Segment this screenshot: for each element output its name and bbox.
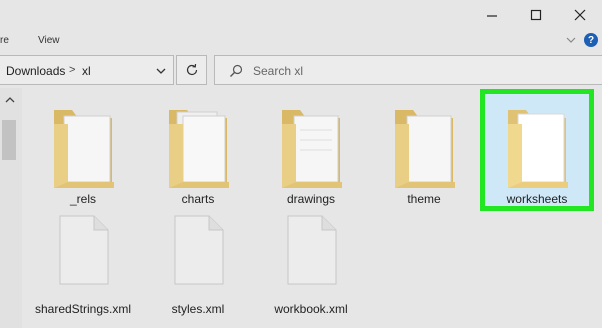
tab-view[interactable]: View [38,35,60,46]
file-icon [59,215,109,285]
breadcrumb-xl[interactable]: xl [82,64,91,78]
close-button[interactable] [558,0,602,30]
search-input[interactable]: Search xl [253,64,303,78]
list-item[interactable]: styles.xml [143,214,253,324]
item-label: workbook.xml [274,302,348,316]
refresh-button[interactable] [176,55,207,85]
item-label: sharedStrings.xml [34,302,132,316]
folder-icon [54,110,114,188]
search-box[interactable]: Search xl [214,55,602,85]
folder-icon [508,110,568,188]
list-item[interactable]: charts [143,100,253,210]
item-label: _rels [69,192,96,206]
folder-icon [282,110,342,188]
help-icon[interactable]: ? [584,33,598,47]
item-label: theme [407,192,441,206]
item-label: styles.xml [171,302,225,316]
item-label: worksheets [506,192,568,206]
folder-icon [169,110,229,188]
list-item[interactable]: sharedStrings.xml [28,214,138,324]
close-icon [574,9,586,21]
minimize-button[interactable] [470,0,514,30]
maximize-button[interactable] [514,0,558,30]
file-icon [287,215,337,285]
list-item[interactable]: workbook.xml [256,214,366,324]
refresh-icon [186,63,197,76]
chevron-up-icon[interactable] [5,96,15,104]
file-icon [174,215,224,285]
title-bar [0,0,602,30]
folder-icon [395,110,455,188]
list-item[interactable]: worksheets [482,100,592,210]
chevron-down-icon[interactable] [155,66,167,76]
item-label: charts [181,192,215,206]
ribbon: re View ? [0,30,602,52]
scrollbar-thumb[interactable] [2,120,16,160]
chevron-down-icon[interactable] [565,34,577,46]
list-item[interactable]: theme [369,100,479,210]
search-icon [230,64,243,77]
list-item[interactable]: _rels [28,100,138,210]
item-label: drawings [286,192,336,206]
tab-share[interactable]: re [0,35,9,46]
list-item[interactable]: drawings [256,100,366,210]
address-bar[interactable]: Downloads > xl [0,55,174,85]
breadcrumb-separator[interactable]: > [69,64,75,76]
minimize-icon [487,15,497,17]
maximize-icon [530,9,542,21]
breadcrumb-downloads[interactable]: Downloads [6,64,65,78]
